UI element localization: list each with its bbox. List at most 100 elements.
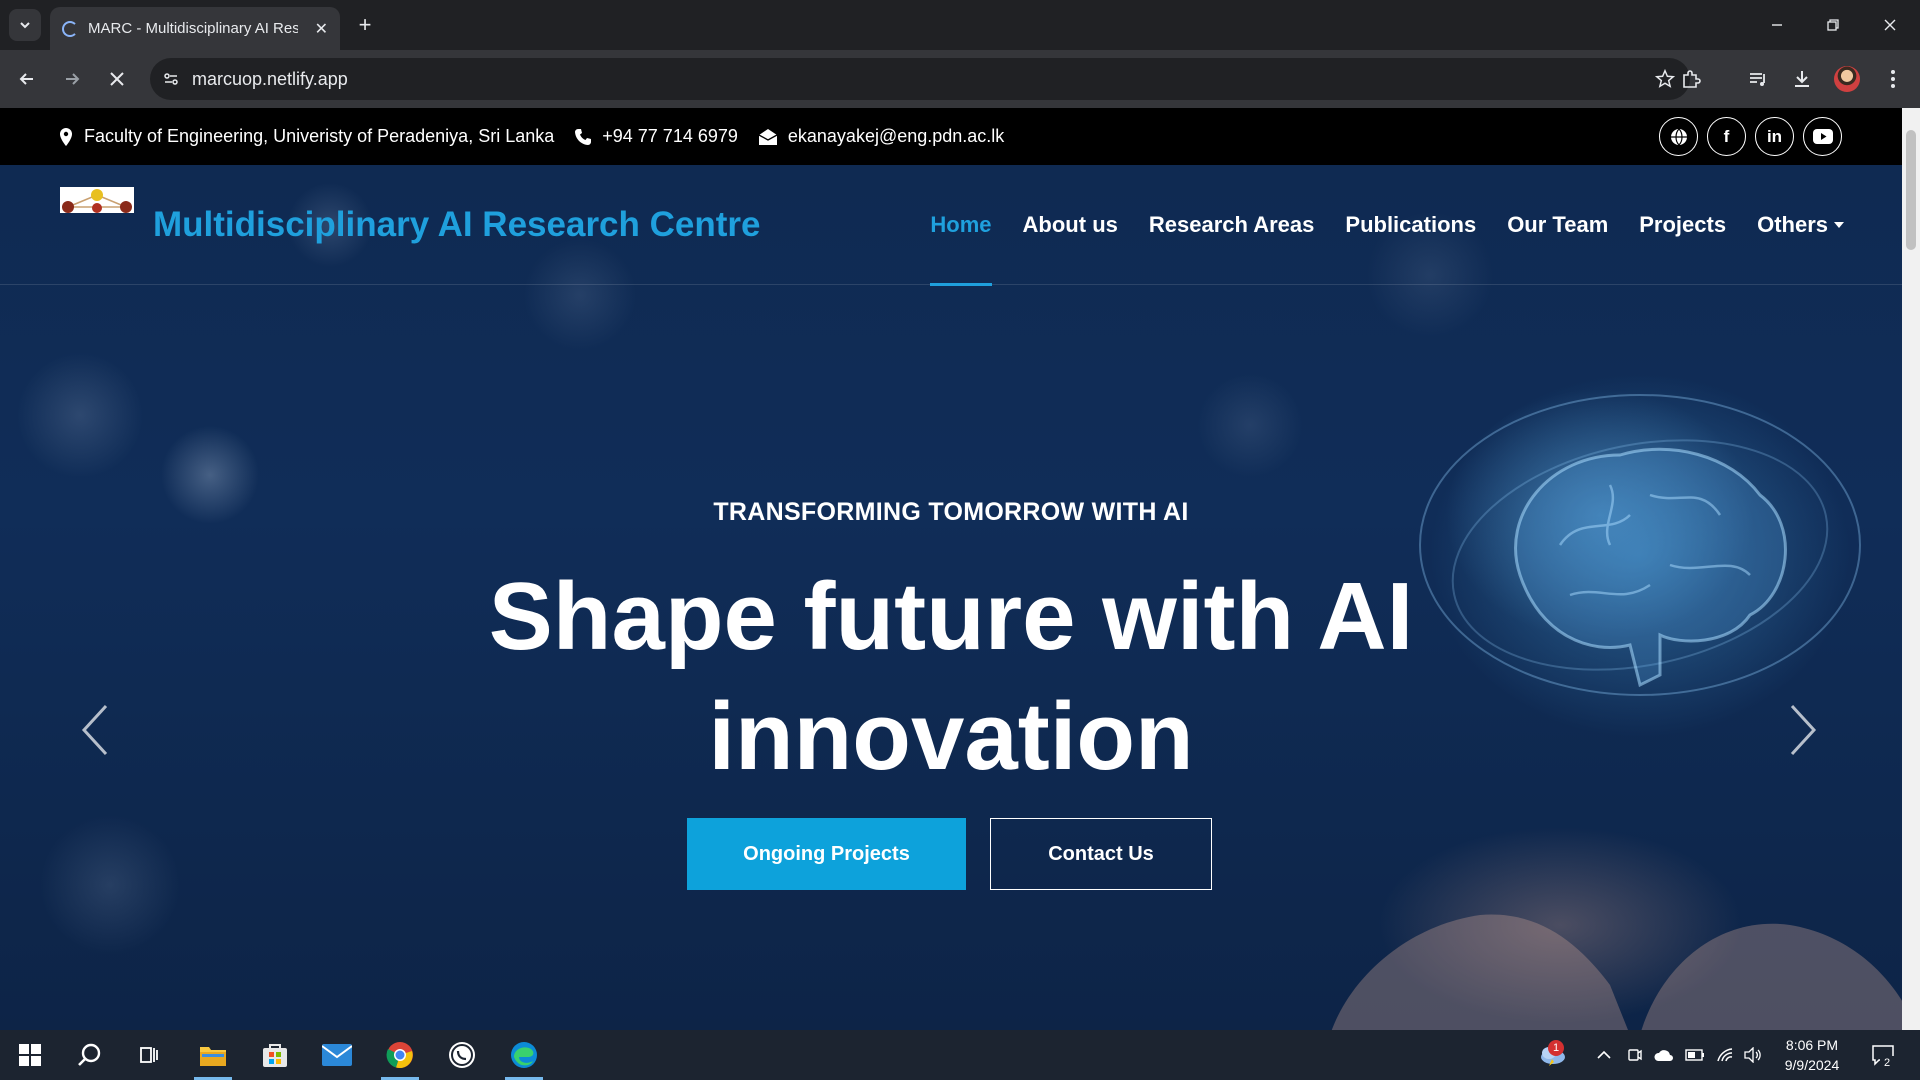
volume-icon[interactable] (1742, 1044, 1764, 1066)
battery-icon[interactable] (1684, 1044, 1706, 1066)
youtube-icon[interactable] (1803, 117, 1842, 156)
contact-us-button[interactable]: Contact Us (990, 818, 1212, 890)
chevron-right-icon (1790, 704, 1817, 756)
chrome-icon (386, 1042, 413, 1069)
arrow-right-icon (66, 73, 80, 85)
caret-down-icon (1834, 222, 1844, 228)
hero-subtitle: TRANSFORMING TOMORROW WITH AI (713, 498, 1189, 526)
microsoft-store-app[interactable] (250, 1030, 300, 1080)
nav-others-dropdown[interactable]: Others (1757, 165, 1844, 285)
downloads-button[interactable] (1787, 64, 1817, 94)
clock-time: 8:06 PM (1785, 1037, 1839, 1053)
loading-favicon-icon (62, 20, 78, 37)
new-tab-button[interactable]: + (352, 12, 378, 38)
mail-icon (322, 1044, 352, 1066)
chevron-up-icon (1597, 1050, 1611, 1059)
bookmark-star-icon[interactable] (1654, 68, 1676, 95)
show-hidden-icons-button[interactable] (1593, 1044, 1615, 1066)
nav-projects[interactable]: Projects (1639, 165, 1726, 285)
address-bar[interactable]: marcuop.netlify.app (150, 58, 1690, 100)
download-icon (1795, 71, 1809, 87)
media-controls-button[interactable] (1743, 64, 1773, 94)
system-clock[interactable]: 8:06 PM 9/9/2024 (1770, 1035, 1854, 1075)
hero-headline: Shape future with AI innovation (0, 557, 1902, 797)
logo[interactable] (60, 187, 134, 213)
notification-count: 2 (1880, 1056, 1894, 1070)
restore-icon (1827, 19, 1839, 31)
facebook-icon[interactable]: f (1707, 117, 1746, 156)
folder-icon (200, 1047, 226, 1066)
wifi-icon[interactable] (1714, 1044, 1736, 1066)
meet-now-icon[interactable] (1624, 1044, 1646, 1066)
nav-research-areas[interactable]: Research Areas (1149, 165, 1315, 285)
arrow-left-icon (19, 73, 33, 85)
nav-menu: Home About us Research Areas Publication… (899, 165, 1844, 286)
avatar (1834, 66, 1860, 92)
task-view-button[interactable] (124, 1030, 174, 1080)
envelope-open-icon (758, 128, 778, 145)
close-icon (1884, 19, 1896, 31)
email-info: ekanayakej@eng.pdn.ac.lk (758, 126, 1004, 147)
phone-info: +94 77 714 6979 (574, 126, 738, 147)
close-tab-icon[interactable]: ✕ (315, 19, 328, 39)
profile-button[interactable] (1832, 64, 1862, 94)
weather-badge: 1 (1548, 1040, 1564, 1056)
nav-home[interactable]: Home (930, 165, 992, 286)
site-info-icon[interactable] (150, 70, 192, 88)
phone-icon (575, 128, 592, 145)
main-navbar: Multidisciplinary AI Research Centre Hom… (0, 165, 1902, 286)
back-button[interactable] (11, 63, 43, 95)
task-view-icon (140, 1047, 158, 1063)
hero-headline-line1: Shape future with AI (488, 563, 1414, 670)
hero-carousel: Multidisciplinary AI Research Centre Hom… (0, 165, 1902, 1030)
site-brand[interactable]: Multidisciplinary AI Research Centre (153, 205, 761, 245)
browser-menu-button[interactable] (1878, 64, 1908, 94)
mail-app[interactable] (312, 1030, 362, 1080)
nav-about-us[interactable]: About us (1023, 165, 1118, 285)
chrome-app[interactable] (375, 1030, 425, 1080)
extensions-button[interactable] (1676, 64, 1706, 94)
scrollbar-thumb[interactable] (1906, 130, 1916, 250)
ongoing-projects-button[interactable]: Ongoing Projects (687, 818, 966, 890)
chevron-left-icon (81, 704, 108, 756)
carousel-next-button[interactable] (1783, 695, 1823, 765)
map-pin-icon (60, 127, 72, 146)
carousel-prev-button[interactable] (75, 695, 115, 765)
whatsapp-icon (449, 1042, 475, 1068)
social-links: f in (1650, 117, 1842, 156)
whatsapp-app[interactable] (437, 1030, 487, 1080)
address-info: Faculty of Engineering, Univeristy of Pe… (58, 126, 554, 147)
windows-logo-icon (19, 1044, 41, 1066)
browser-tab[interactable]: MARC - Multidisciplinary AI Research Cen… (50, 7, 340, 50)
restore-button[interactable] (1813, 10, 1853, 40)
onedrive-icon[interactable] (1653, 1044, 1675, 1066)
tab-search-button[interactable] (9, 9, 41, 41)
globe-icon[interactable] (1659, 117, 1698, 156)
minimize-button[interactable] (1757, 10, 1797, 40)
browser-tab-bar: MARC - Multidisciplinary AI Research Cen… (0, 0, 1920, 50)
forward-button[interactable] (56, 63, 88, 95)
hands-illustration-icon (1331, 914, 1902, 1030)
clock-date: 9/9/2024 (1784, 1057, 1840, 1073)
stop-icon (110, 72, 124, 86)
search-icon (78, 1043, 101, 1066)
phone-text: +94 77 714 6979 (602, 126, 738, 146)
stop-loading-button[interactable] (101, 63, 133, 95)
nav-our-team[interactable]: Our Team (1507, 165, 1608, 285)
playlist-icon (1750, 73, 1765, 86)
page-scrollbar[interactable] (1902, 108, 1920, 1030)
edge-icon (511, 1042, 537, 1068)
store-icon (263, 1044, 287, 1067)
close-window-button[interactable] (1870, 10, 1910, 40)
edge-app[interactable] (499, 1030, 549, 1080)
taskbar-search-button[interactable] (65, 1030, 115, 1080)
file-explorer-app[interactable] (188, 1030, 238, 1080)
hero-headline-line2: innovation (708, 683, 1194, 790)
puzzle-icon (1683, 70, 1701, 88)
minimize-icon (1772, 24, 1782, 26)
nav-publications[interactable]: Publications (1345, 165, 1476, 285)
linkedin-icon[interactable]: in (1755, 117, 1794, 156)
email-text: ekanayakej@eng.pdn.ac.lk (787, 126, 1005, 146)
start-button[interactable] (5, 1030, 55, 1080)
url-text: marcuop.netlify.app (192, 68, 348, 89)
